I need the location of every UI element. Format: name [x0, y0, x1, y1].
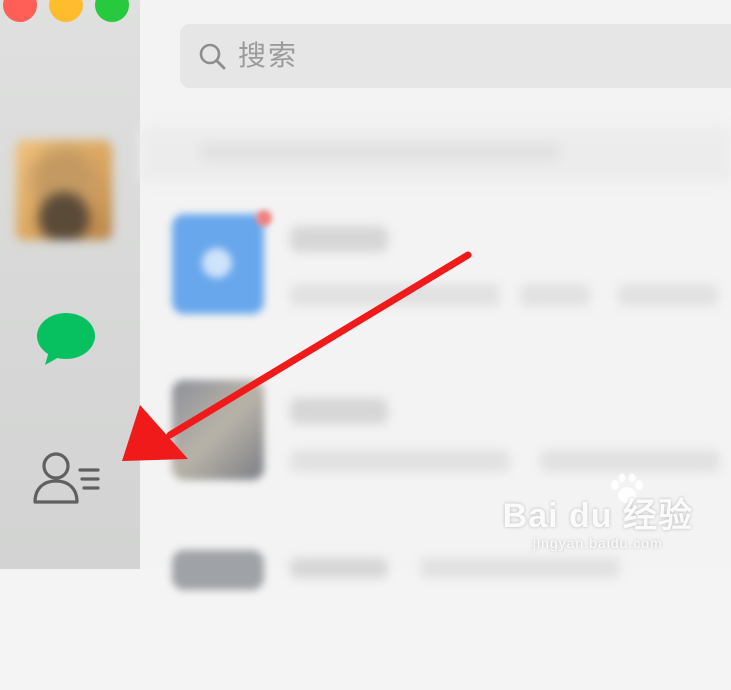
minimize-window-button[interactable] [49, 0, 83, 22]
blurred-conversation-title [290, 226, 388, 252]
close-window-button[interactable] [3, 0, 37, 22]
baidu-jingyan-watermark: Bai du 经验 jingyan.baidu.com [503, 488, 693, 551]
search-input[interactable]: 搜索 [180, 24, 731, 88]
chat-bubble-icon[interactable] [35, 311, 97, 367]
blurred-section-header [140, 126, 731, 182]
conversation-list-item[interactable] [140, 540, 731, 690]
unread-badge [256, 210, 272, 226]
watermark-brand: Bai du 经验 [502, 497, 693, 535]
search-placeholder: 搜索 [238, 40, 299, 71]
avatar[interactable] [16, 140, 112, 240]
blurred-conversation-preview [290, 284, 500, 306]
zoom-window-button[interactable] [95, 0, 129, 22]
blurred-conversation-preview [618, 284, 718, 306]
blurred-conversation-title [290, 398, 388, 424]
blurred-conversation-preview [520, 284, 590, 306]
contacts-icon[interactable] [32, 450, 102, 506]
conversation-avatar [172, 550, 264, 590]
blurred-text [200, 144, 560, 160]
blurred-conversation-preview [540, 450, 720, 472]
watermark-url: jingyan.baidu.com [532, 535, 663, 551]
blurred-conversation-preview [290, 450, 510, 472]
conversation-list-item[interactable] [140, 200, 731, 350]
blurred-conversation-preview [420, 558, 620, 578]
sidebar [0, 0, 140, 569]
conversation-avatar [172, 380, 264, 480]
conversation-avatar [172, 214, 264, 314]
search-icon [199, 43, 226, 70]
blurred-conversation-title [290, 558, 388, 578]
